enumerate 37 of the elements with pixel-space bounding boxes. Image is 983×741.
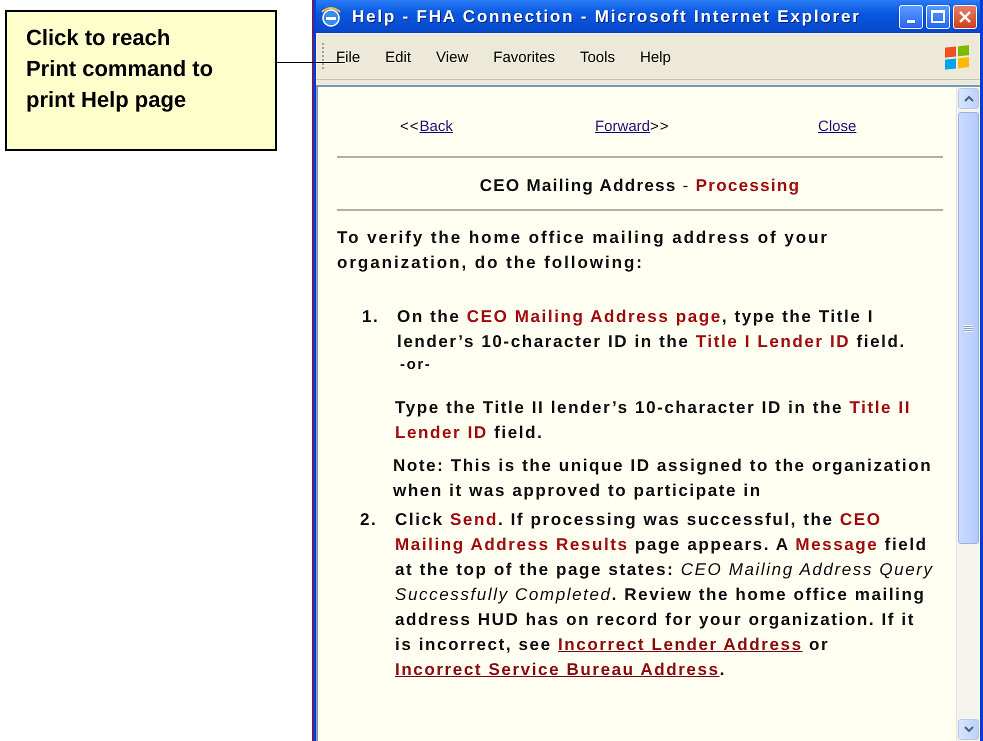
note-text: Note: This is the unique ID assigned to the organization when it was approved to participate in (393, 455, 934, 502)
menu-item[interactable]: File (336, 48, 360, 66)
step-text: On the CEO Mailing Address page, type the Title I lender’s 10-character ID in the Title I Lender ID field. (397, 306, 907, 353)
scroll-down-button[interactable] (958, 719, 979, 740)
callout-text: Click to reach Print command to print Help page (26, 24, 214, 114)
browser-icon (320, 6, 342, 28)
maximize-button[interactable] (926, 4, 950, 28)
close-button[interactable] (953, 4, 977, 28)
menu-item[interactable]: View (436, 48, 468, 66)
link[interactable]: Incorrect Lender Address (558, 635, 803, 654)
page-heading: CEO Mailing Address - Processing (478, 176, 802, 196)
menu-item[interactable]: Tools (580, 48, 615, 66)
step-number: 1. (362, 306, 380, 328)
scrollbar-thumb[interactable] (958, 112, 979, 544)
step-text: Type the Title II lender’s 10-character ID in the Title II Lender ID field. (395, 397, 912, 444)
step-number: 2. (360, 509, 378, 531)
nav-link[interactable]: Close (818, 118, 856, 135)
nav-link[interactable]: Back (420, 118, 453, 135)
caret-up-icon (964, 95, 974, 102)
menu-item[interactable]: Edit (385, 48, 412, 66)
minimize-button[interactable] (899, 4, 923, 28)
scroll-up-button[interactable] (958, 88, 979, 109)
window-title: Help - FHA Connection - Microsoft Internet Explorer (352, 6, 861, 26)
windows-logo (942, 42, 972, 70)
intro-text: To verify the home office mailing address of your organization, do the following: (337, 227, 830, 274)
step-text: Click Send. If processing was successful, the CEO Mailing Address Results page appears. A Message field at the top of the page states: CEO Mailing Address Query Successfully Completed. Review the home office mailing address HUD has on record for your organization. If it is incorrect, see Incorrect Lender Address or Incorrect Service Bureau Address. (395, 509, 935, 681)
link[interactable]: Incorrect Service Bureau Address (395, 660, 720, 679)
nav-arrows: << (400, 118, 420, 135)
nav-link[interactable]: Forward (595, 118, 650, 135)
toolbar-grip[interactable] (322, 43, 326, 69)
close-icon (959, 10, 971, 22)
or-separator: -or- (400, 355, 432, 375)
nav-arrows: >> (650, 118, 670, 135)
menu-item[interactable]: Favorites (493, 48, 555, 66)
menu-item[interactable]: Help (640, 48, 671, 66)
scrollbar[interactable] (956, 87, 980, 741)
caret-down-icon (964, 726, 974, 733)
